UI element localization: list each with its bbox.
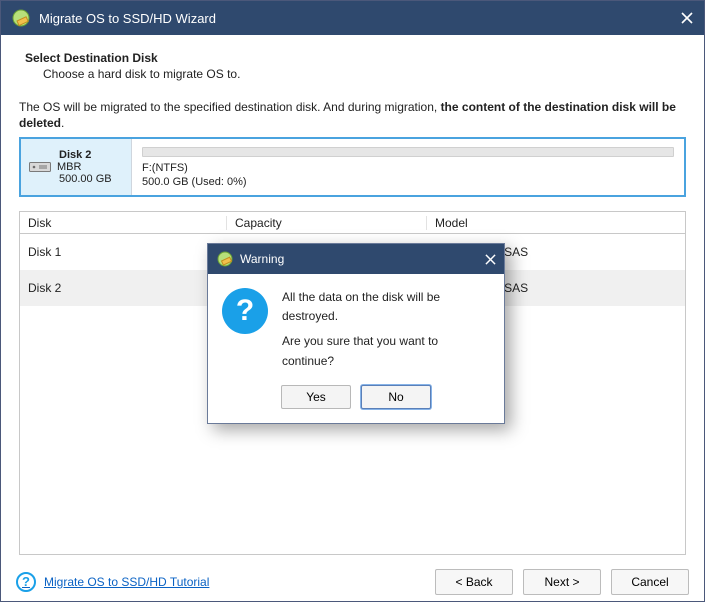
selected-disk-panel[interactable]: Disk 2 MBR 500.00 GB F:(NTFS) [19,137,686,197]
dialog-body: ? All the data on the disk will be destr… [208,274,504,379]
dialog-titlebar: Warning [208,244,504,274]
dialog-buttons: Yes No [208,379,504,423]
close-icon[interactable] [670,1,704,35]
cell-disk: Disk 1 [20,245,227,259]
app-icon [216,250,234,268]
window-titlebar: Migrate OS to SSD/HD Wizard [1,1,704,35]
help-icon: ? [16,572,36,592]
dialog-line1: All the data on the disk will be destroy… [282,288,490,326]
yes-button[interactable]: Yes [281,385,351,409]
heading-block: Select Destination Disk Choose a hard di… [25,51,686,81]
column-header-disk[interactable]: Disk [20,216,227,230]
dialog-title: Warning [240,252,284,266]
selected-disk-scheme: MBR [57,161,81,173]
dialog-message: All the data on the disk will be destroy… [282,288,490,371]
selected-disk-partitions: F:(NTFS) 500.0 GB (Used: 0%) [131,139,684,195]
warning-notice: The OS will be migrated to the specified… [19,99,686,131]
partition-usage-text: 500.0 GB (Used: 0%) [142,175,674,189]
column-header-model[interactable]: Model [427,216,685,230]
partition-label: F:(NTFS) [142,161,674,175]
no-button[interactable]: No [361,385,431,409]
dialog-close-icon[interactable] [476,244,504,274]
question-icon: ? [222,288,268,334]
partition-usage-bar [142,147,674,156]
page-heading: Select Destination Disk [25,51,686,65]
hard-drive-icon [29,162,51,172]
wizard-footer: ? Migrate OS to SSD/HD Tutorial < Back N… [2,562,703,600]
selected-disk-name: Disk 2 [59,149,91,161]
notice-text-post: . [61,116,64,130]
selected-disk-summary: Disk 2 MBR 500.00 GB [21,139,131,195]
warning-dialog: Warning ? All the data on the disk will … [207,243,505,424]
cell-disk: Disk 2 [20,281,227,295]
tutorial-link[interactable]: ? Migrate OS to SSD/HD Tutorial [16,572,209,592]
column-header-capacity[interactable]: Capacity [227,216,427,230]
cancel-button[interactable]: Cancel [611,569,689,595]
table-header: Disk Capacity Model [20,212,685,234]
page-subheading: Choose a hard disk to migrate OS to. [43,67,686,81]
tutorial-link-label: Migrate OS to SSD/HD Tutorial [44,575,209,589]
next-button[interactable]: Next > [523,569,601,595]
selected-disk-size: 500.00 GB [59,173,112,185]
notice-text-pre: The OS will be migrated to the specified… [19,100,441,114]
back-button[interactable]: < Back [435,569,513,595]
dialog-line2: Are you sure that you want to continue? [282,332,490,370]
window-title: Migrate OS to SSD/HD Wizard [39,11,216,26]
app-icon [11,8,31,28]
